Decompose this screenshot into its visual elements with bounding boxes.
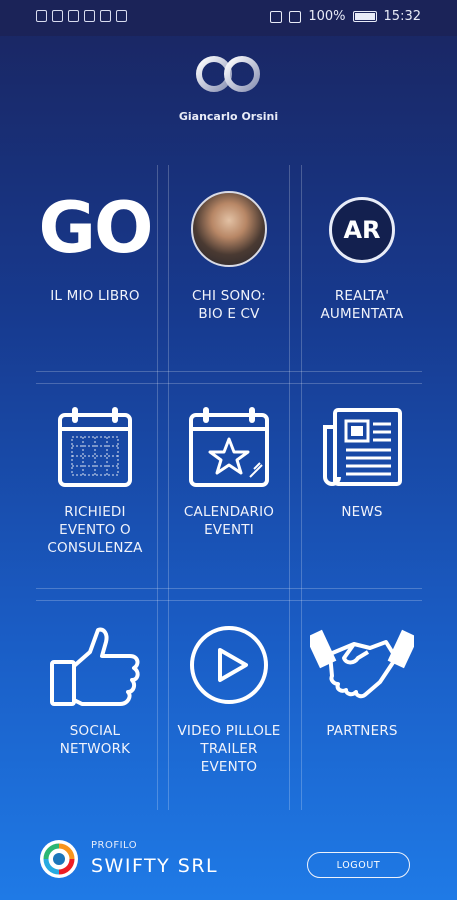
notification-icon <box>68 10 79 22</box>
menu-item-news[interactable]: NEWS <box>299 383 425 588</box>
menu-item-label: NEWS <box>341 504 383 520</box>
notification-icon <box>52 10 63 22</box>
grid-divider <box>36 588 422 589</box>
company-logo-icon[interactable] <box>40 840 78 878</box>
menu-item-partners[interactable]: PARTNERS <box>299 600 425 810</box>
menu-item-social[interactable]: SOCIAL NETWORK <box>32 600 158 810</box>
calendar-star-icon <box>188 405 270 493</box>
ar-badge-icon: AR <box>329 197 395 263</box>
notification-icons <box>36 10 127 22</box>
battery-percentage: 100% <box>308 9 346 24</box>
logout-button[interactable]: LOGOUT <box>307 852 410 878</box>
menu-item-label: REALTA' AUMENTATA <box>320 288 404 322</box>
nfc-icon <box>270 10 283 23</box>
notification-icon <box>84 10 95 22</box>
go-infinity-logo <box>190 52 266 96</box>
user-name: Giancarlo Orsini <box>178 110 279 123</box>
clock: 15:32 <box>383 9 421 24</box>
menu-item-label: VIDEO PILLOLE TRAILER EVENTO <box>177 723 281 775</box>
profile-footer: PROFILO SWIFTY SRL LOGOUT <box>0 822 457 900</box>
system-status: 100% 15:32 <box>270 9 421 24</box>
mute-icon <box>289 10 302 23</box>
thumbs-up-icon <box>48 624 142 712</box>
menu-item-label: CALENDARIO EVENTI <box>183 504 275 538</box>
menu-item-video[interactable]: VIDEO PILLOLE TRAILER EVENTO <box>166 600 292 810</box>
status-bar: 100% 15:32 <box>0 0 457 36</box>
menu-item-libro[interactable]: GO IL MIO LIBRO <box>32 165 158 371</box>
menu-grid: GO IL MIO LIBRO CHI SONO: BIO E CV AR RE… <box>36 165 422 810</box>
notification-icon <box>100 10 111 22</box>
menu-item-richiedi[interactable]: RICHIEDI EVENTO O CONSULENZA <box>32 383 158 588</box>
menu-item-ar[interactable]: AR REALTA' AUMENTATA <box>299 165 425 371</box>
notification-icon <box>36 10 47 22</box>
play-circle-icon <box>188 624 270 710</box>
menu-item-label: CHI SONO: BIO E CV <box>192 288 266 322</box>
handshake-icon <box>305 624 419 710</box>
notification-icon <box>116 10 127 22</box>
menu-item-label: IL MIO LIBRO <box>50 288 140 304</box>
menu-item-bio[interactable]: CHI SONO: BIO E CV <box>166 165 292 371</box>
avatar <box>191 191 267 267</box>
calendar-grid-icon <box>57 405 133 493</box>
menu-item-label: RICHIEDI EVENTO O CONSULENZA <box>47 504 143 556</box>
menu-item-label: SOCIAL NETWORK <box>59 723 131 757</box>
profile-name[interactable]: SWIFTY SRL <box>91 855 218 877</box>
menu-item-calendario[interactable]: CALENDARIO EVENTI <box>166 383 292 588</box>
menu-item-label: PARTNERS <box>326 723 398 739</box>
grid-divider <box>36 371 422 372</box>
profile-caption: PROFILO <box>91 840 138 851</box>
go-book-icon: GO <box>38 187 154 269</box>
newspaper-icon <box>321 407 403 491</box>
battery-icon <box>352 11 377 22</box>
